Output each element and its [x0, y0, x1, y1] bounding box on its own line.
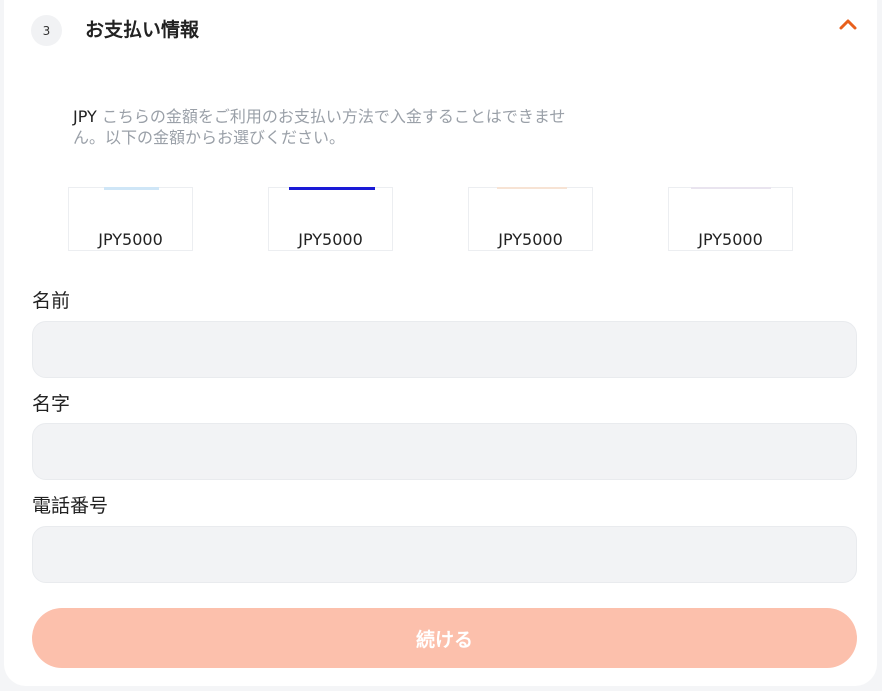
notice-currency: JPY	[73, 107, 97, 126]
amount-option-label: JPY5000	[98, 230, 163, 249]
amount-option-image	[497, 187, 567, 189]
last-name-label: 名字	[32, 393, 71, 415]
amount-notice: JPY こちらの金額をご利用のお支払い方法で入金することはできません。以下の金額…	[73, 106, 593, 148]
amount-option[interactable]: JPY5000	[68, 187, 193, 251]
amount-option-image	[289, 187, 375, 190]
notice-text: こちらの金額をご利用のお支払い方法で入金することはできません。以下の金額からお選…	[73, 107, 566, 147]
section-title: お支払い情報	[85, 19, 200, 41]
amount-option-label: JPY5000	[698, 230, 763, 249]
amount-option-image	[104, 187, 159, 190]
amount-option[interactable]: JPY5000	[268, 187, 393, 251]
last-name-input[interactable]	[32, 423, 857, 480]
continue-button[interactable]: 続ける	[32, 608, 857, 668]
amount-option[interactable]: JPY5000	[468, 187, 593, 251]
step-number-badge: 3	[31, 15, 62, 46]
amount-option[interactable]: JPY5000	[668, 187, 793, 251]
amount-option-label: JPY5000	[298, 230, 363, 249]
amount-option-label: JPY5000	[498, 230, 563, 249]
first-name-input[interactable]	[32, 321, 857, 378]
amount-option-image	[691, 187, 771, 189]
payment-info-card: 3 お支払い情報 JPY こちらの金額をご利用のお支払い方法で入金することはでき…	[4, 0, 877, 686]
first-name-label: 名前	[32, 290, 71, 312]
phone-input[interactable]	[32, 526, 857, 583]
phone-label: 電話番号	[32, 495, 109, 517]
chevron-up-icon[interactable]	[837, 16, 859, 32]
